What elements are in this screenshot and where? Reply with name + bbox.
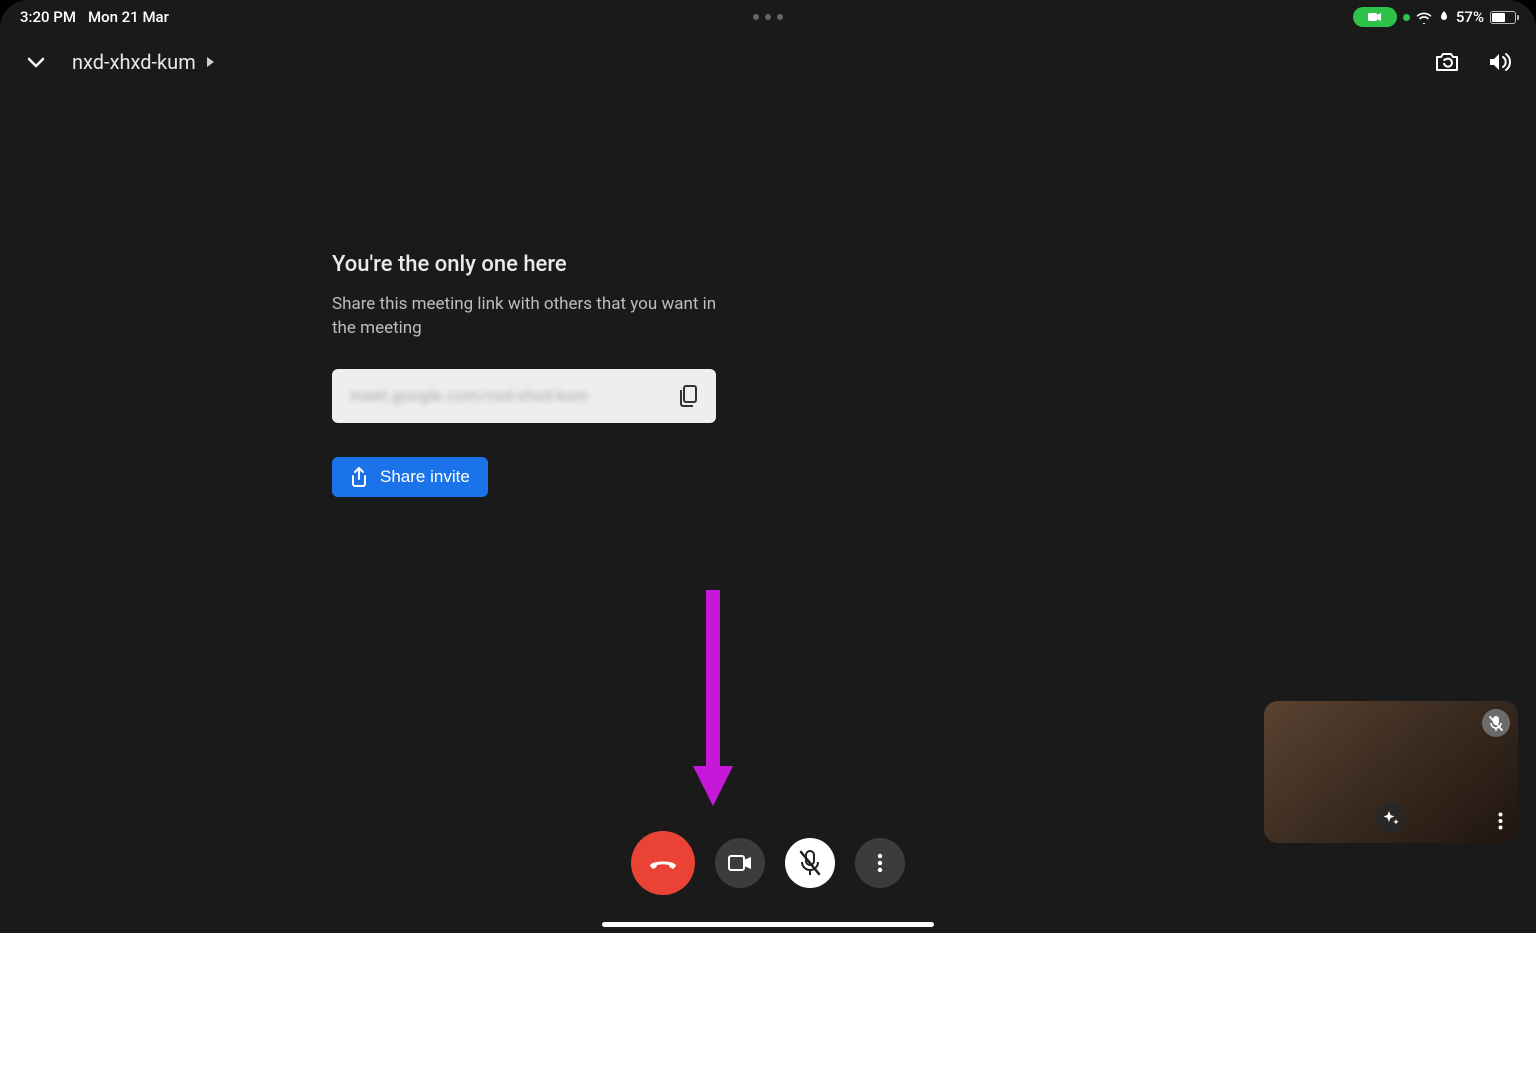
share-invite-button[interactable]: Share invite	[332, 457, 488, 497]
flip-camera-icon[interactable]	[1434, 51, 1460, 73]
collapse-chevron-icon[interactable]	[24, 50, 48, 74]
card-title: You're the only one here	[332, 252, 722, 277]
multitasking-dots[interactable]	[753, 14, 783, 20]
mic-toggle-button[interactable]	[785, 838, 835, 888]
copy-icon[interactable]	[678, 385, 698, 407]
more-options-button[interactable]	[855, 838, 905, 888]
battery-icon	[1490, 11, 1516, 24]
privacy-dot-icon	[1403, 14, 1410, 21]
more-vert-icon	[1498, 812, 1503, 830]
self-view-tile[interactable]	[1264, 701, 1518, 843]
meeting-link-text: meet.google.com/nxd-xhxd-kum	[350, 386, 589, 405]
meeting-code-text: nxd-xhxd-kum	[72, 50, 196, 74]
annotation-arrow-icon	[693, 590, 733, 808]
status-time: 3:20 PM	[20, 8, 76, 26]
call-controls	[631, 831, 905, 895]
meeting-code-button[interactable]: nxd-xhxd-kum	[72, 50, 216, 74]
camera-icon	[1368, 12, 1382, 22]
hotspot-icon	[1438, 10, 1450, 24]
camera-active-pill[interactable]	[1353, 7, 1397, 27]
status-date: Mon 21 Mar	[88, 8, 169, 26]
triangle-right-icon	[206, 56, 216, 68]
camera-toggle-button[interactable]	[715, 838, 765, 888]
videocam-icon	[728, 855, 752, 871]
effects-button[interactable]	[1376, 803, 1406, 833]
more-vert-icon	[877, 853, 883, 873]
self-view-more-button[interactable]	[1488, 809, 1512, 833]
battery-percent: 57%	[1456, 8, 1484, 26]
card-subtitle: Share this meeting link with others that…	[332, 293, 722, 341]
home-indicator[interactable]	[602, 922, 934, 927]
wifi-icon	[1416, 11, 1432, 24]
share-icon	[350, 467, 368, 487]
hangup-button[interactable]	[631, 831, 695, 895]
share-button-label: Share invite	[380, 467, 470, 487]
app-bar: nxd-xhxd-kum	[0, 40, 1536, 84]
empty-meeting-card: You're the only one here Share this meet…	[332, 252, 722, 497]
self-view-mic-muted-icon	[1482, 709, 1510, 737]
sparkle-icon	[1382, 809, 1400, 827]
speaker-icon[interactable]	[1488, 51, 1512, 73]
status-bar: 3:20 PM Mon 21 Mar 57%	[0, 0, 1536, 28]
mic-off-icon	[799, 850, 821, 876]
meeting-link-field[interactable]: meet.google.com/nxd-xhxd-kum	[332, 369, 716, 423]
hangup-icon	[648, 856, 678, 870]
